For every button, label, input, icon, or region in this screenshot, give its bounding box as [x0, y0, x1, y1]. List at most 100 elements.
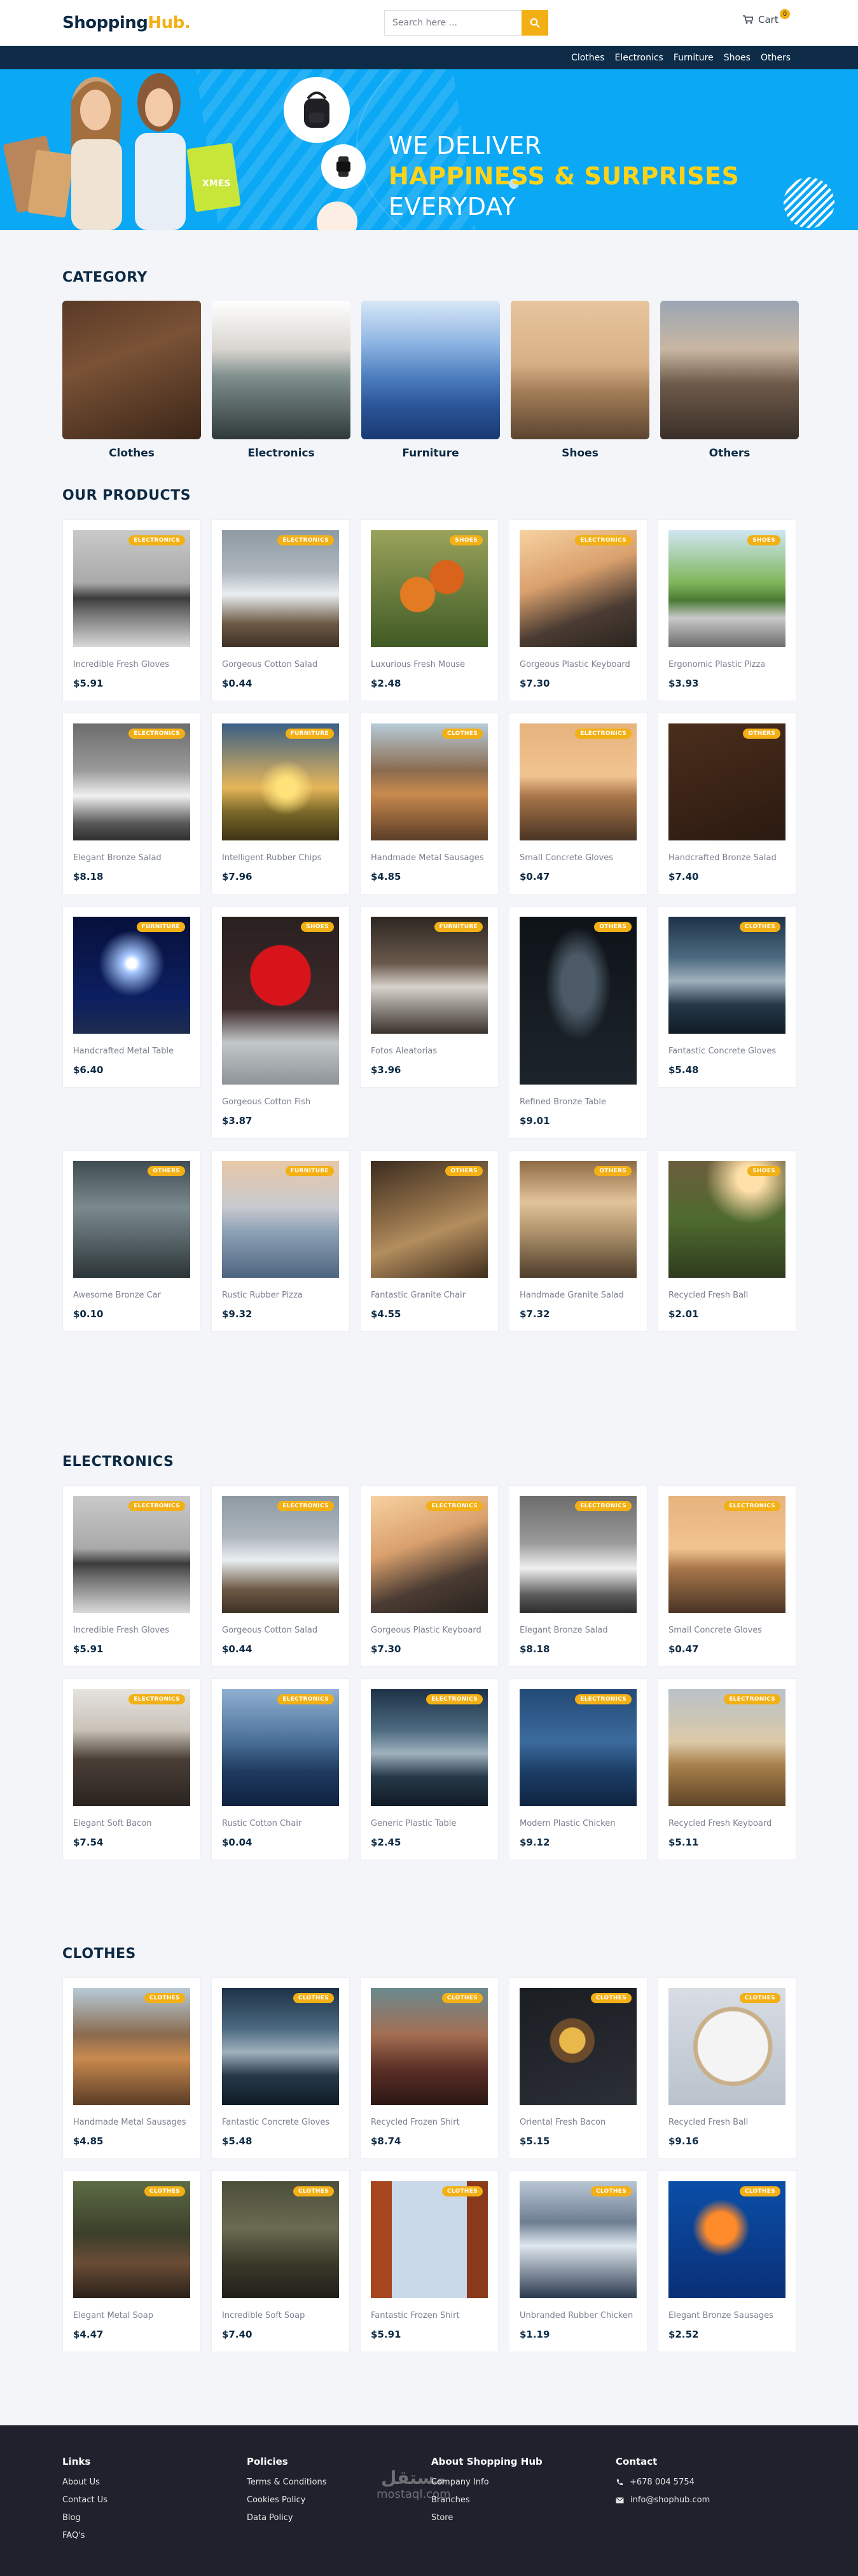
product-image[interactable]: CLOTHES	[222, 2181, 339, 2298]
product-image[interactable]: ELECTRONICS	[73, 1496, 190, 1613]
product-card[interactable]: CLOTHES Fantastic Frozen Shirt $5.91	[360, 2170, 499, 2352]
product-name[interactable]: Rustic Rubber Pizza	[222, 1289, 339, 1302]
product-image[interactable]: ELECTRONICS	[371, 1689, 488, 1806]
product-card[interactable]: CLOTHES Elegant Metal Soap $4.47	[62, 2170, 201, 2352]
product-image[interactable]: OTHERS	[371, 1161, 488, 1278]
product-card[interactable]: CLOTHES Handmade Metal Sausages $4.85	[360, 713, 499, 894]
product-name[interactable]: Fantastic Concrete Gloves	[668, 1045, 785, 1058]
product-name[interactable]: Handcrafted Metal Table	[73, 1045, 190, 1058]
product-name[interactable]: Gorgeous Plastic Keyboard	[371, 1624, 488, 1637]
product-name[interactable]: Ergonomic Plastic Pizza	[668, 659, 785, 671]
search-button[interactable]	[522, 10, 548, 36]
product-name[interactable]: Gorgeous Cotton Salad	[222, 659, 339, 671]
site-logo[interactable]: ShoppingHub.	[62, 13, 191, 32]
product-image[interactable]: SHOES	[668, 1161, 785, 1278]
product-card[interactable]: SHOES Recycled Fresh Ball $2.01	[658, 1150, 796, 1332]
product-image[interactable]: FURNITURE	[371, 917, 488, 1034]
category-card-electronics[interactable]: Electronics	[212, 301, 350, 460]
nav-furniture[interactable]: Furniture	[674, 53, 714, 63]
nav-shoes[interactable]: Shoes	[724, 53, 751, 63]
product-card[interactable]: ELECTRONICS Gorgeous Plastic Keyboard $7.3…	[360, 1485, 499, 1667]
nav-others[interactable]: Others	[761, 53, 791, 63]
product-image[interactable]: ELECTRONICS	[222, 1496, 339, 1613]
product-image[interactable]: CLOTHES	[668, 2181, 785, 2298]
product-name[interactable]: Gorgeous Cotton Salad	[222, 1624, 339, 1637]
product-card[interactable]: OTHERS Fantastic Granite Chair $4.55	[360, 1150, 499, 1332]
product-card[interactable]: SHOES Gorgeous Cotton Fish $3.87	[211, 906, 350, 1139]
product-name[interactable]: Handmade Granite Salad	[520, 1289, 637, 1302]
product-card[interactable]: CLOTHES Fantastic Concrete Gloves $5.48	[211, 1977, 350, 2159]
product-image[interactable]: CLOTHES	[520, 1988, 637, 2105]
product-image[interactable]: CLOTHES	[668, 917, 785, 1034]
nav-electronics[interactable]: Electronics	[615, 53, 663, 63]
footer-link-data-policy[interactable]: Data Policy	[247, 2513, 431, 2523]
product-image[interactable]: ELECTRONICS	[520, 1689, 637, 1806]
product-card[interactable]: CLOTHES Elegant Bronze Sausages $2.52	[658, 2170, 796, 2352]
product-name[interactable]: Handcrafted Bronze Salad	[668, 852, 785, 865]
category-card-shoes[interactable]: Shoes	[511, 301, 649, 460]
product-name[interactable]: Handmade Metal Sausages	[73, 2116, 190, 2129]
product-image[interactable]: ELECTRONICS	[222, 530, 339, 647]
product-name[interactable]: Elegant Bronze Sausages	[668, 2310, 785, 2322]
product-name[interactable]: Incredible Fresh Gloves	[73, 1624, 190, 1637]
product-image[interactable]: OTHERS	[520, 917, 637, 1085]
product-card[interactable]: SHOES Ergonomic Plastic Pizza $3.93	[658, 519, 796, 701]
product-card[interactable]: FURNITURE Handcrafted Metal Table $6.40	[62, 906, 201, 1088]
product-name[interactable]: Elegant Bronze Salad	[73, 852, 190, 865]
product-image[interactable]: ELECTRONICS	[73, 723, 190, 840]
product-name[interactable]: Awesome Bronze Car	[73, 1289, 190, 1302]
product-image[interactable]: ELECTRONICS	[668, 1496, 785, 1613]
cart-button[interactable]: Cart 0	[743, 9, 790, 25]
nav-clothes[interactable]: Clothes	[571, 53, 605, 63]
product-card[interactable]: SHOES Luxurious Fresh Mouse $2.48	[360, 519, 499, 701]
category-card-furniture[interactable]: Furniture	[361, 301, 500, 460]
product-image[interactable]: CLOTHES	[371, 1988, 488, 2105]
product-name[interactable]: Rustic Cotton Chair	[222, 1818, 339, 1830]
product-card[interactable]: ELECTRONICS Incredible Fresh Gloves $5.91	[62, 1485, 201, 1667]
product-name[interactable]: Fotos Aleatorias	[371, 1045, 488, 1058]
footer-link-branches[interactable]: Branches	[431, 2495, 616, 2505]
product-card[interactable]: ELECTRONICS Gorgeous Plastic Keyboard $7.3…	[509, 519, 647, 701]
product-image[interactable]: OTHERS	[73, 1161, 190, 1278]
product-card[interactable]: ELECTRONICS Elegant Soft Bacon $7.54	[62, 1678, 201, 1860]
footer-email[interactable]: info@shophub.com	[616, 2495, 800, 2505]
product-image[interactable]: SHOES	[371, 530, 488, 647]
product-name[interactable]: Gorgeous Plastic Keyboard	[520, 659, 637, 671]
product-card[interactable]: ELECTRONICS Gorgeous Cotton Salad $0.44	[211, 519, 350, 701]
product-image[interactable]: ELECTRONICS	[520, 723, 637, 840]
product-card[interactable]: CLOTHES Unbranded Rubber Chicken $1.19	[509, 2170, 647, 2352]
product-image[interactable]: ELECTRONICS	[371, 1496, 488, 1613]
product-name[interactable]: Refined Bronze Table	[520, 1096, 637, 1109]
product-name[interactable]: Elegant Soft Bacon	[73, 1818, 190, 1830]
product-name[interactable]: Recycled Fresh Ball	[668, 1289, 785, 1302]
product-image[interactable]: CLOTHES	[73, 1988, 190, 2105]
product-card[interactable]: CLOTHES Handmade Metal Sausages $4.85	[62, 1977, 201, 2159]
product-image[interactable]: ELECTRONICS	[73, 530, 190, 647]
product-card[interactable]: ELECTRONICS Modern Plastic Chicken $9.12	[509, 1678, 647, 1860]
product-image[interactable]: SHOES	[668, 530, 785, 647]
product-name[interactable]: Gorgeous Cotton Fish	[222, 1096, 339, 1109]
product-image[interactable]: CLOTHES	[668, 1988, 785, 2105]
product-image[interactable]: CLOTHES	[222, 1988, 339, 2105]
product-name[interactable]: Recycled Fresh Keyboard	[668, 1818, 785, 1830]
footer-link-company-info[interactable]: Company Info	[431, 2477, 616, 2487]
footer-link-store[interactable]: Store	[431, 2513, 616, 2523]
product-card[interactable]: OTHERS Refined Bronze Table $9.01	[509, 906, 647, 1139]
product-name[interactable]: Small Concrete Gloves	[668, 1624, 785, 1637]
product-card[interactable]: FURNITURE Intelligent Rubber Chips $7.96	[211, 713, 350, 894]
product-image[interactable]: FURNITURE	[222, 723, 339, 840]
product-image[interactable]: CLOTHES	[371, 2181, 488, 2298]
product-card[interactable]: ELECTRONICS Generic Plastic Table $2.45	[360, 1678, 499, 1860]
product-name[interactable]: Elegant Metal Soap	[73, 2310, 190, 2322]
product-image[interactable]: OTHERS	[520, 1161, 637, 1278]
product-name[interactable]: Incredible Fresh Gloves	[73, 659, 190, 671]
product-image[interactable]: CLOTHES	[73, 2181, 190, 2298]
product-card[interactable]: ELECTRONICS Small Concrete Gloves $0.47	[658, 1485, 796, 1667]
footer-phone[interactable]: +678 004 5754	[616, 2477, 800, 2487]
product-card[interactable]: ELECTRONICS Recycled Fresh Keyboard $5.11	[658, 1678, 796, 1860]
footer-link-about[interactable]: About Us	[62, 2477, 247, 2487]
product-name[interactable]: Intelligent Rubber Chips	[222, 852, 339, 865]
product-image[interactable]: FURNITURE	[73, 917, 190, 1034]
product-name[interactable]: Recycled Frozen Shirt	[371, 2116, 488, 2129]
product-image[interactable]: ELECTRONICS	[520, 530, 637, 647]
